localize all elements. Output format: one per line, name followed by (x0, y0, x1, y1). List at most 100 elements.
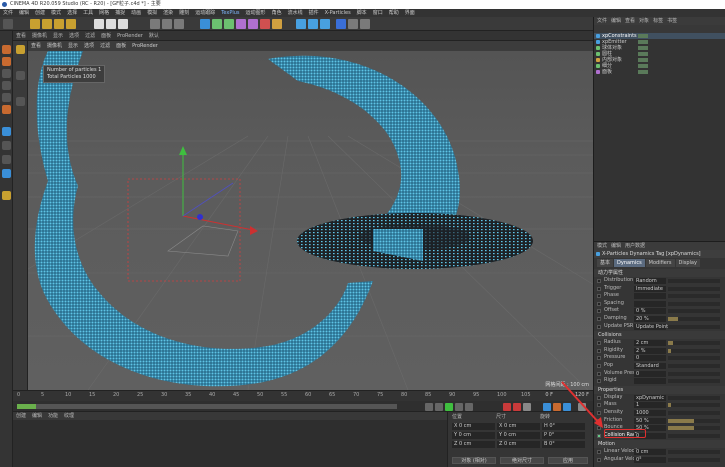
attribute-value-field[interactable]: 20 % (634, 315, 666, 322)
attribute-slider[interactable] (668, 279, 720, 283)
attribute-animate-toggle[interactable] (597, 324, 601, 329)
attribute-slider[interactable] (668, 418, 720, 423)
object-menu-item[interactable]: 书签 (667, 17, 681, 25)
toolbar2-item[interactable]: 摄像机 (29, 31, 50, 40)
coord-apply-button[interactable]: 应用 (548, 457, 588, 464)
attribute-tab[interactable]: Modifiers (645, 259, 675, 267)
subdivision-icon[interactable] (212, 19, 222, 29)
attribute-value-field[interactable] (634, 378, 666, 385)
attribute-animate-toggle[interactable] (597, 433, 601, 438)
viewport-menu-item[interactable]: 过滤 (97, 41, 113, 51)
attribute-value-field[interactable]: 0° (634, 456, 666, 463)
spline-icon[interactable] (248, 19, 258, 29)
attribute-section-header[interactable]: 动力学属性 (594, 269, 725, 277)
menu-item[interactable]: 窗口 (370, 9, 386, 17)
object-visibility-flags[interactable] (638, 34, 648, 38)
attribute-animate-toggle[interactable] (597, 316, 601, 321)
attribute-menu-item[interactable]: 用户数据 (625, 242, 649, 250)
cube-icon[interactable] (200, 19, 210, 29)
toolbar2-item[interactable]: 默认 (146, 31, 162, 40)
attribute-slider[interactable] (668, 286, 720, 291)
live-select-icon[interactable] (30, 19, 40, 29)
toolbar2-item[interactable]: 过滤 (82, 31, 98, 40)
layout-icon[interactable] (348, 19, 358, 29)
polygons-mode-icon[interactable] (2, 93, 11, 102)
viewport-menu-item[interactable]: 显示 (65, 41, 81, 51)
menu-item[interactable]: 文件 (0, 9, 16, 17)
prev-frame-icon[interactable] (435, 403, 443, 411)
snap-icon[interactable] (2, 127, 11, 136)
xp-modifier-icon[interactable] (320, 19, 330, 29)
menu-item[interactable]: 雕刻 (176, 9, 192, 17)
go-to-start-icon[interactable] (425, 403, 433, 411)
toolbar2-item[interactable]: 选项 (66, 31, 82, 40)
material-menu-item[interactable]: 编辑 (29, 412, 45, 420)
axis-mode-icon[interactable] (2, 105, 11, 114)
menu-item[interactable]: 运动图形 (243, 9, 269, 17)
object-pivot-icon[interactable] (197, 214, 203, 220)
attribute-slider[interactable] (668, 433, 720, 438)
viewport-menu-item[interactable]: 选项 (81, 41, 97, 51)
object-visibility-flags[interactable] (638, 64, 648, 68)
object-menu-item[interactable]: 编辑 (611, 17, 625, 25)
menu-item[interactable]: 工具 (80, 9, 96, 17)
record-icon[interactable] (503, 403, 511, 411)
keyframe-selection-icon[interactable] (523, 403, 531, 411)
coord-field[interactable]: P 0° (542, 432, 585, 439)
object-row[interactable]: 面板 (594, 69, 725, 75)
menu-item[interactable]: 界面 (402, 9, 418, 17)
attribute-slider[interactable] (668, 301, 720, 306)
menu-item[interactable]: 创建 (32, 9, 48, 17)
attribute-animate-toggle[interactable] (597, 341, 601, 346)
render-view-icon[interactable] (150, 19, 160, 29)
attribute-slider[interactable] (668, 309, 720, 314)
soft-selection-icon[interactable] (2, 191, 11, 200)
attribute-slider[interactable] (668, 395, 720, 400)
render-icon[interactable] (162, 19, 172, 29)
coord-field[interactable]: Z 0 cm (452, 441, 495, 448)
object-visibility-flags[interactable] (638, 40, 648, 44)
coord-field[interactable]: Y 0 cm (497, 432, 540, 439)
lock-icon[interactable] (2, 155, 11, 164)
attribute-value-field[interactable]: 1000 (634, 409, 666, 416)
attribute-slider[interactable] (668, 356, 720, 361)
scale-icon[interactable] (54, 19, 64, 29)
menu-item-texplus[interactable]: TexPlus (218, 9, 242, 17)
menu-item[interactable]: 角色 (269, 9, 285, 17)
help-icon[interactable] (336, 19, 346, 29)
attribute-value-field[interactable]: 0 % (634, 308, 666, 315)
sculpt-icon[interactable] (2, 169, 11, 178)
attribute-slider[interactable] (668, 348, 720, 353)
menu-item[interactable]: 网格 (96, 9, 112, 17)
attribute-slider[interactable] (668, 426, 720, 431)
menu-item[interactable]: 编辑 (16, 9, 32, 17)
attribute-animate-toggle[interactable] (597, 279, 601, 283)
coord-field[interactable]: Z 0 cm (497, 441, 540, 448)
points-mode-icon[interactable] (2, 69, 11, 78)
coord-field[interactable]: X 0 cm (497, 423, 540, 430)
attribute-tab[interactable]: Dynamics (614, 259, 645, 267)
auto-key-icon[interactable] (513, 403, 521, 411)
menu-item[interactable]: 脚本 (354, 9, 370, 17)
object-visibility-flags[interactable] (638, 58, 648, 62)
toolbar2-item[interactable]: 显示 (50, 31, 66, 40)
workplane-icon[interactable] (2, 141, 11, 150)
deformer-icon[interactable] (236, 19, 246, 29)
menu-item[interactable]: 插件 (306, 9, 322, 17)
attribute-animate-toggle[interactable] (597, 363, 601, 368)
toolbar2-item[interactable]: 查看 (13, 31, 29, 40)
attribute-slider[interactable] (668, 379, 720, 384)
model-mode-icon[interactable] (2, 45, 11, 54)
texture-mode-icon[interactable] (2, 57, 11, 66)
attribute-slider[interactable] (668, 403, 720, 408)
attribute-value-field[interactable] (634, 300, 666, 307)
object-visibility-flags[interactable] (638, 70, 648, 74)
attribute-animate-toggle[interactable] (597, 371, 601, 376)
material-menu-item[interactable]: 功能 (45, 412, 61, 420)
viewport-move-icon[interactable] (16, 45, 25, 54)
render-settings-icon[interactable] (174, 19, 184, 29)
attribute-value-field[interactable]: 50 % (634, 417, 666, 424)
attribute-animate-toggle[interactable] (597, 309, 601, 314)
toolbar2-item[interactable]: ProRender (114, 31, 146, 40)
attribute-animate-toggle[interactable] (597, 301, 601, 306)
